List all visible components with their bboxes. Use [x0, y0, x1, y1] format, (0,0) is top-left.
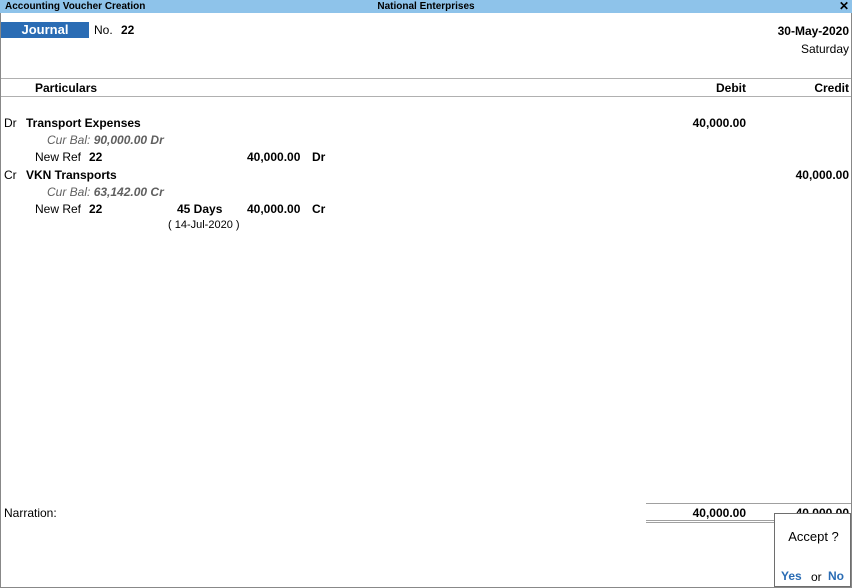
entry-ledger[interactable]: VKN Transports — [26, 168, 117, 182]
total-debit: 40,000.00 — [692, 506, 746, 520]
entry-ledger[interactable]: Transport Expenses — [26, 116, 141, 130]
or-label: or — [811, 570, 822, 584]
credit-period[interactable]: 45 Days — [177, 202, 222, 216]
frame-border-left — [0, 13, 1, 588]
due-date: ( 14-Jul-2020 ) — [168, 219, 240, 231]
title-bar: Accounting Voucher Creation National Ent… — [0, 0, 852, 13]
bill-amount[interactable]: 40,000.00 — [247, 150, 300, 164]
current-balance: Cur Bal: 63,142.00 Cr — [47, 185, 164, 199]
current-balance-value: 90,000.00 Dr — [93, 133, 164, 147]
current-balance-label: Cur Bal: — [47, 185, 91, 199]
accept-question: Accept ? — [788, 529, 839, 544]
yes-button[interactable]: Yes — [781, 569, 802, 583]
entry-drcr[interactable]: Cr — [4, 168, 17, 182]
voucher-day: Saturday — [800, 42, 849, 56]
voucher-date[interactable]: 30-May-2020 — [778, 24, 849, 38]
bill-name[interactable]: 22 — [89, 150, 102, 164]
bill-type[interactable]: New Ref — [35, 150, 81, 164]
close-icon[interactable]: ✕ — [839, 0, 849, 13]
entry-debit-amount[interactable]: 40,000.00 — [693, 116, 746, 130]
current-balance-value: 63,142.00 Cr — [93, 185, 164, 199]
voucher-number-label: No. — [94, 23, 113, 37]
entry-drcr[interactable]: Dr — [4, 116, 17, 130]
narration-label: Narration: — [4, 506, 57, 520]
current-balance: Cur Bal: 90,000.00 Dr — [47, 133, 164, 147]
header-top-rule — [1, 78, 851, 79]
entry-credit-amount[interactable]: 40,000.00 — [796, 168, 849, 182]
column-credit: Credit — [814, 81, 849, 95]
voucher-number[interactable]: 22 — [121, 23, 134, 37]
bill-amount[interactable]: 40,000.00 — [247, 202, 300, 216]
totals-top-rule — [646, 503, 851, 504]
bill-name[interactable]: 22 — [89, 202, 102, 216]
bill-drcr[interactable]: Dr — [312, 150, 325, 164]
accept-dialog: Accept ? Yes or No — [774, 513, 851, 587]
column-debit: Debit — [716, 81, 746, 95]
header-bottom-rule — [1, 96, 851, 97]
current-balance-label: Cur Bal: — [47, 133, 91, 147]
column-particulars: Particulars — [35, 81, 98, 95]
voucher-type-button[interactable]: Journal — [1, 22, 89, 38]
company-name: National Enterprises — [377, 1, 475, 12]
no-button[interactable]: No — [828, 569, 844, 583]
bill-drcr[interactable]: Cr — [312, 202, 325, 216]
bill-type[interactable]: New Ref — [35, 202, 81, 216]
